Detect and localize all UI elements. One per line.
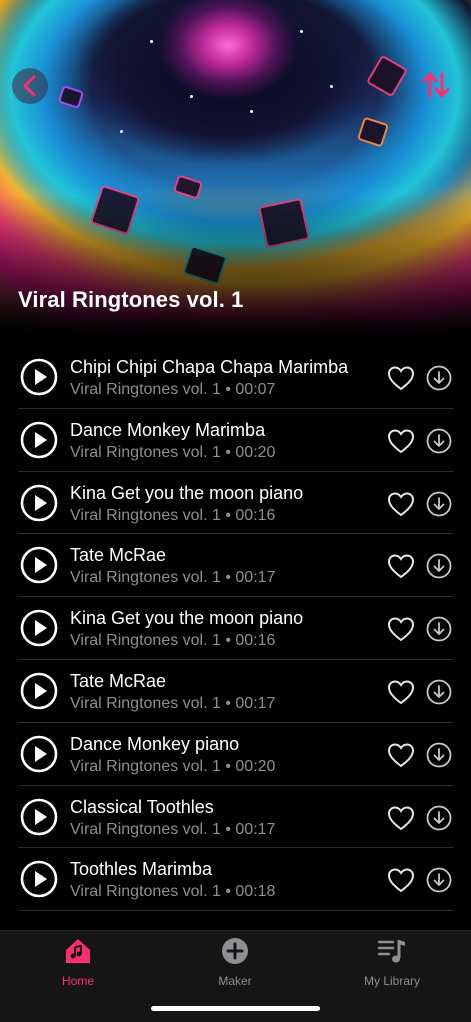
- play-circle-icon[interactable]: [20, 672, 58, 710]
- artwork-cube: [366, 54, 408, 98]
- sort-arrows-icon[interactable]: [421, 70, 451, 100]
- play-circle-icon[interactable]: [20, 798, 58, 836]
- track-title: Toothles Marimba: [70, 859, 213, 880]
- play-circle-icon[interactable]: [20, 484, 58, 522]
- music-library-icon: [377, 940, 405, 963]
- track-title: Tate McRae: [70, 545, 167, 566]
- plus-circle-icon: [222, 938, 248, 964]
- tab-my-library[interactable]: My Library: [332, 937, 452, 988]
- download-circle-icon[interactable]: [426, 365, 452, 391]
- track-subtitle: Viral Ringtones vol. 1 • 00:17: [70, 569, 276, 587]
- download-circle-icon[interactable]: [426, 553, 452, 579]
- artwork-star: [190, 95, 193, 98]
- play-circle-icon[interactable]: [20, 421, 58, 459]
- album-title: Viral Ringtones vol. 1: [18, 287, 244, 312]
- artwork-cube: [356, 116, 390, 148]
- artwork-star: [330, 85, 333, 88]
- track-row[interactable]: Chipi Chipi Chapa Chapa Marimba Viral Rin…: [0, 346, 471, 409]
- artwork-star: [250, 110, 253, 113]
- home-indicator[interactable]: [151, 1006, 320, 1011]
- artwork-star: [150, 40, 153, 43]
- track-subtitle: Viral Ringtones vol. 1 • 00:17: [70, 694, 276, 712]
- track-subtitle: Viral Ringtones vol. 1 • 00:16: [70, 506, 276, 524]
- play-circle-icon[interactable]: [20, 546, 58, 584]
- artwork-cube: [172, 174, 204, 200]
- download-circle-icon[interactable]: [426, 428, 452, 454]
- track-row[interactable]: Tate McRae Viral Ringtones vol. 1 • 00:17: [0, 660, 471, 723]
- tab-home-label: Home: [61, 974, 94, 988]
- track-subtitle: Viral Ringtones vol. 1 • 00:20: [70, 443, 276, 461]
- track-row[interactable]: Kina Get you the moon piano Viral Rington…: [0, 597, 471, 660]
- download-circle-icon[interactable]: [426, 805, 452, 831]
- play-circle-icon[interactable]: [20, 609, 58, 647]
- track-list: Chipi Chipi Chapa Chapa Marimba Viral Rin…: [0, 346, 471, 911]
- track-row[interactable]: Dance Monkey Marimba Viral Ringtones vol.…: [0, 409, 471, 472]
- tab-home[interactable]: Home: [18, 937, 138, 988]
- track-row[interactable]: Dance Monkey piano Viral Ringtones vol. 1…: [0, 723, 471, 786]
- home-icon: [66, 939, 90, 963]
- artwork-star: [300, 30, 303, 33]
- download-circle-icon[interactable]: [426, 867, 452, 893]
- tab-maker-label: Maker: [218, 974, 252, 988]
- track-title: Kina Get you the moon piano: [70, 608, 304, 629]
- heart-icon[interactable]: [387, 742, 415, 768]
- artwork-cube: [89, 184, 141, 236]
- album-artwork: [0, 0, 471, 335]
- download-circle-icon[interactable]: [426, 679, 452, 705]
- heart-icon[interactable]: [387, 428, 415, 454]
- download-circle-icon[interactable]: [426, 742, 452, 768]
- heart-icon[interactable]: [387, 805, 415, 831]
- track-row[interactable]: Classical Toothles Viral Ringtones vol. 1…: [0, 786, 471, 849]
- track-title: Dance Monkey piano: [70, 733, 240, 754]
- download-circle-icon[interactable]: [426, 616, 452, 642]
- artwork-cube: [258, 197, 310, 249]
- heart-icon[interactable]: [387, 491, 415, 517]
- track-subtitle: Viral Ringtones vol. 1 • 00:17: [70, 820, 276, 838]
- artwork-cube: [182, 244, 228, 286]
- heart-icon[interactable]: [387, 365, 415, 391]
- track-title: Dance Monkey Marimba: [70, 419, 266, 440]
- track-title: Kina Get you the moon piano: [70, 482, 304, 503]
- artwork-star: [120, 130, 123, 133]
- chevron-left-icon: [23, 75, 36, 97]
- track-title: Classical Toothles: [70, 796, 214, 817]
- tab-my-library-label: My Library: [363, 974, 420, 988]
- heart-icon[interactable]: [387, 679, 415, 705]
- play-circle-icon[interactable]: [20, 860, 58, 898]
- track-row[interactable]: Kina Get you the moon piano Viral Rington…: [0, 472, 471, 535]
- play-circle-icon[interactable]: [20, 358, 58, 396]
- track-row[interactable]: Tate McRae Viral Ringtones vol. 1 • 00:17: [0, 534, 471, 597]
- track-row[interactable]: Toothles Marimba Viral Ringtones vol. 1 •…: [0, 848, 471, 911]
- heart-icon[interactable]: [387, 553, 415, 579]
- track-subtitle: Viral Ringtones vol. 1 • 00:07: [70, 381, 276, 398]
- back-button[interactable]: [12, 68, 48, 104]
- tab-maker[interactable]: Maker: [175, 937, 295, 988]
- play-circle-icon[interactable]: [20, 735, 58, 773]
- track-subtitle: Viral Ringtones vol. 1 • 00:16: [70, 632, 276, 650]
- heart-icon[interactable]: [387, 616, 415, 642]
- track-title: Tate McRae: [70, 670, 167, 691]
- track-subtitle: Viral Ringtones vol. 1 • 00:18: [70, 883, 276, 901]
- download-circle-icon[interactable]: [426, 491, 452, 517]
- artwork-cube: [57, 85, 85, 109]
- heart-icon[interactable]: [387, 867, 415, 893]
- track-subtitle: Viral Ringtones vol. 1 • 00:20: [70, 757, 276, 775]
- track-title: Chipi Chipi Chapa Chapa Marimba: [70, 357, 349, 377]
